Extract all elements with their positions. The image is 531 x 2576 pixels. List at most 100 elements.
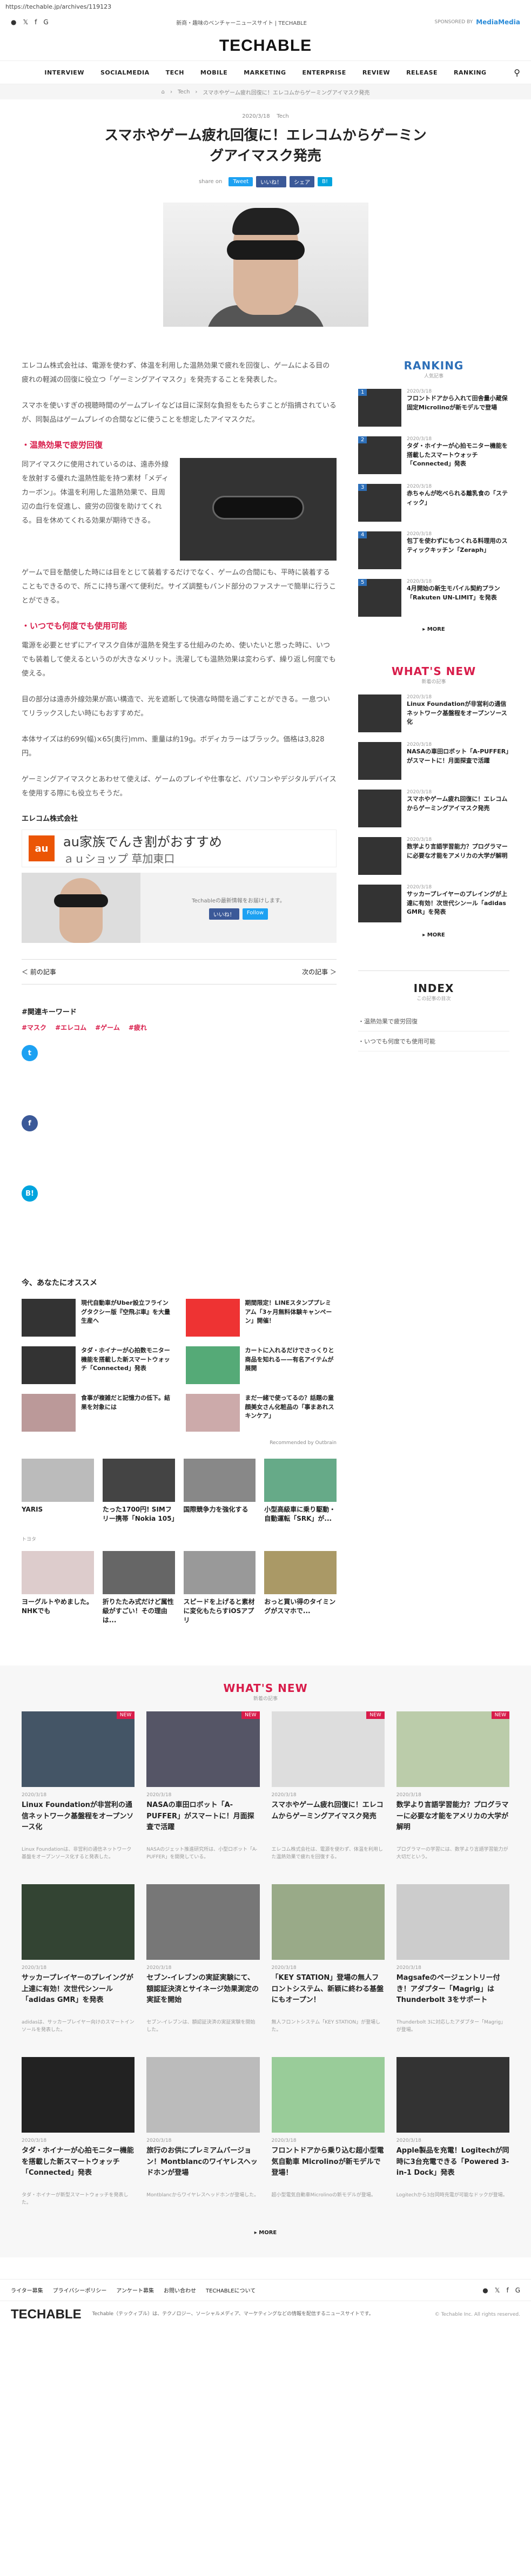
keyword-tag[interactable]: #エレコム: [55, 1023, 86, 1032]
whats-new-date: 2020/3/18: [407, 742, 432, 748]
recommend-item[interactable]: 食事が複雑だと記憶力の低下。結果を対象には: [22, 1394, 173, 1432]
whats-new-card[interactable]: NEW 2020/3/18 スマホやゲーム疲れ回復に！エレコムからゲーミングアイマス…: [271, 1711, 385, 1868]
article-category[interactable]: Tech: [277, 113, 288, 119]
footer-logo[interactable]: TECHABLE: [11, 2307, 82, 2322]
next-article-link[interactable]: 次の記事 ＞: [302, 967, 337, 976]
nav-interview[interactable]: INTERVIEW: [44, 69, 84, 76]
footer-link[interactable]: アンケート募集: [116, 2286, 154, 2294]
twitter-icon[interactable]: t: [22, 1045, 38, 1062]
home-icon[interactable]: ⌂: [162, 89, 165, 95]
outbrain-credit[interactable]: Recommended by Outbrain: [22, 1440, 337, 1446]
whats-new-more-link[interactable]: ▸ MORE: [358, 932, 509, 938]
recommend-thumbnail: [22, 1394, 76, 1432]
site-logo[interactable]: TECHABLE: [219, 37, 312, 55]
prev-article-link[interactable]: ＜ 前の記事: [22, 967, 56, 976]
ranking-item[interactable]: 4 2020/3/18 包丁を使わずにもつくれる料理用のスティックキッチン「Zera…: [358, 531, 509, 570]
index-item[interactable]: ・いつでも何度でも使用可能: [358, 1031, 509, 1052]
footer-link[interactable]: お問い合わせ: [164, 2286, 196, 2294]
twitter-icon[interactable]: 𝕏: [23, 18, 28, 26]
nav-tech[interactable]: TECH: [166, 69, 184, 76]
sponsored-card[interactable]: ヨーグルトやめました。NHKでも: [22, 1551, 94, 1628]
keyword-tag[interactable]: #疲れ: [129, 1023, 147, 1032]
nav-review[interactable]: REVIEW: [362, 69, 390, 76]
whats-new-card[interactable]: 2020/3/18 セブン-イレブンの実証実験にて、額認証決済とサイネージ効果測定…: [146, 1884, 260, 2041]
facebook-icon[interactable]: f: [35, 18, 37, 26]
nav-mobile[interactable]: MOBILE: [200, 69, 227, 76]
rss-icon[interactable]: ●: [482, 2287, 488, 2294]
facebook-like-button[interactable]: いいね！: [209, 908, 239, 920]
whats-new-card[interactable]: NEW 2020/3/18 NASAの車田ロボット「A-PUFFER」がスマートに！…: [146, 1711, 260, 1868]
sponsored-card[interactable]: たった1700円! SIMフリー携帯「Nokia 105」: [102, 1459, 175, 1542]
hatena-icon[interactable]: B!: [22, 1185, 38, 1202]
card-excerpt: セブン-イレブンは、額認証決済の実証実験を開始した。: [146, 2020, 256, 2033]
new-badge: NEW: [241, 1711, 260, 1719]
twitter-follow-button[interactable]: Follow: [242, 908, 268, 920]
nav-marketing[interactable]: MARKETING: [244, 69, 286, 76]
sponsored-card[interactable]: おっと買い得のタイミングがスマホで...: [264, 1551, 337, 1628]
card-date: 2020/3/18: [396, 1965, 421, 1971]
search-icon[interactable]: ⚲: [514, 68, 520, 78]
whats-new-item[interactable]: 2020/3/18 スマホやゲーム疲れ回復に！エレコムからゲーミングアイマスク発売: [358, 790, 509, 828]
whats-new-item[interactable]: 2020/3/18 数学より言語学習能力？プログラマーに必要な才能をアメリカの大学…: [358, 837, 509, 875]
nav-ranking[interactable]: RANKING: [454, 69, 487, 76]
footer-link[interactable]: ライター募集: [11, 2286, 43, 2294]
sponsor-name[interactable]: MediaMedia: [476, 18, 520, 26]
facebook-icon[interactable]: f: [22, 1115, 38, 1132]
breadcrumb: ⌂ › Tech › スマホやゲーム疲れ回復に！エレコムからゲーミングアイマスク…: [0, 84, 531, 99]
whats-new-card[interactable]: 2020/3/18 サッカープレイヤーのプレイングが上達に有効！次世代シンール「a…: [22, 1884, 135, 2041]
card-excerpt: Logitechから3台同時充電が可能なドックが登場。: [396, 2193, 508, 2199]
keyword-tag[interactable]: #マスク: [22, 1023, 46, 1032]
sponsored-card[interactable]: 折りたたみ式だけど属性級がすごい！その理由は...: [102, 1551, 175, 1628]
sponsored-card[interactable]: YARIS トヨタ: [22, 1459, 94, 1542]
sponsored-card[interactable]: 国際競争力を強化する: [183, 1459, 256, 1542]
nav-socialmedia[interactable]: SOCIALMEDIA: [100, 69, 150, 76]
whats-new-card[interactable]: 2020/3/18 Magsafeのページェントリー付き！アダプター「Magrig…: [396, 1884, 509, 2041]
keyword-tag[interactable]: #ゲーム: [95, 1023, 120, 1032]
recommend-item[interactable]: タダ・ホイナーが心拍数モニター機能を搭載した新スマートウォッチ「Connecte…: [22, 1346, 173, 1385]
like-button[interactable]: いいね！: [256, 176, 287, 188]
card-excerpt: タダ・ホイナーが新型スマートウォッチを発表した。: [22, 2193, 129, 2206]
whats-new-card[interactable]: 2020/3/18 「KEY STATION」登場の無人フロントシステム、新颖に終…: [271, 1884, 385, 2041]
tweet-button[interactable]: Tweet: [228, 177, 253, 187]
au-ad-banner[interactable]: au au家族でんき割がおすすめ ａｕショップ 草加東口: [22, 830, 337, 868]
footer-link[interactable]: プライバシーポリシー: [53, 2286, 107, 2294]
card-date: 2020/3/18: [22, 2138, 47, 2144]
nav-release[interactable]: RELEASE: [406, 69, 438, 76]
facebook-icon[interactable]: f: [506, 2287, 508, 2294]
whats-new-card[interactable]: NEW 2020/3/18 Linux Foundationが非営利の通信ネットワー…: [22, 1711, 135, 1868]
ranking-more-link[interactable]: ▸ MORE: [358, 626, 509, 632]
recommend-item[interactable]: 期間限定！LINEスタンププレミアム「3ヶ月無料体験キャンペーン」開催！: [185, 1299, 337, 1337]
whats-new-item[interactable]: 2020/3/18 サッカープレイヤーのプレイングが上達に有効！次世代シンール「a…: [358, 885, 509, 923]
google-icon[interactable]: G: [515, 2287, 520, 2294]
sponsored-card[interactable]: スピードを上げると素材に変化もたらすiOSアプリ: [183, 1551, 256, 1628]
sponsored-card[interactable]: 小型高級車に乗り駆動・自動運転「SRK」が...: [264, 1459, 337, 1542]
whats-new-card[interactable]: 2020/3/18 Apple製品を充電！Logitechが同時に3台充電できる「…: [396, 2057, 509, 2214]
whats-new-item[interactable]: 2020/3/18 Linux Foundationが非営利の通信ネットワーク基盤…: [358, 694, 509, 733]
sponsored-thumbnail: [264, 1459, 337, 1502]
recommend-item[interactable]: カートに入れるだけでさっくりと商品を知れる——有名アイテムが展開: [185, 1346, 337, 1385]
ranking-item[interactable]: 2 2020/3/18 タダ・ホイナーが心拍モニター機能を搭載したスマートウォッチ「…: [358, 436, 509, 475]
index-item[interactable]: ・温熱効果で疲労回復: [358, 1011, 509, 1032]
ranking-item[interactable]: 1 2020/3/18 フロントドアから入れて田舎量小蔵保固定Microlinoが新…: [358, 389, 509, 427]
ranking-item[interactable]: 3 2020/3/18 赤ちゃんが吃べられる離乳食の「スティック」: [358, 484, 509, 522]
company-name[interactable]: エレコム株式会社: [22, 813, 337, 823]
recommend-item[interactable]: まだ一緒で使ってるの？話題の童顔美女さん化粧品の「事まあれスキンケア」: [185, 1394, 337, 1432]
whats-new-item[interactable]: 2020/3/18 NASAの車田ロボット「A-PUFFER」がスマートに！月面探…: [358, 742, 509, 780]
recommend-item[interactable]: 現代自動車がUber設立フライングタクシー版『空飛ぶ車』を大量生産へ: [22, 1299, 173, 1337]
card-thumbnail: [396, 2057, 509, 2133]
breadcrumb-category[interactable]: Tech: [178, 89, 190, 95]
sponsored-title: ヨーグルトやめました。NHKでも: [22, 1598, 93, 1615]
whats-new-card[interactable]: 2020/3/18 フロントドアから乗り込む超小型電気自動車 Microlinoが…: [271, 2057, 385, 2214]
whats-new-card[interactable]: NEW 2020/3/18 数学より言語学習能力？プログラマーに必要な才能をアメリカ…: [396, 1711, 509, 1868]
rss-icon[interactable]: ●: [11, 18, 16, 26]
ranking-item[interactable]: 5 2020/3/18 4月開始の新生モバイル契約プラン「Rakuten UN-LI…: [358, 579, 509, 617]
whats-new-card[interactable]: 2020/3/18 タダ・ホイナーが心拍モニター機能を搭載した新スマートウォッチ「…: [22, 2057, 135, 2214]
facebook-share-button[interactable]: シェア: [290, 176, 315, 188]
hatena-button[interactable]: B!: [318, 177, 333, 187]
footer-link[interactable]: TECHABLEについて: [206, 2286, 256, 2294]
twitter-icon[interactable]: 𝕏: [495, 2287, 500, 2294]
whats-new-bottom-more-link[interactable]: ▸ MORE: [22, 2230, 509, 2236]
whats-new-card[interactable]: 2020/3/18 旅行のお供にプレミアムバージョン！Montblancのワイヤレ…: [146, 2057, 260, 2214]
google-icon[interactable]: G: [43, 18, 48, 26]
nav-enterprise[interactable]: ENTERPRISE: [303, 69, 346, 76]
